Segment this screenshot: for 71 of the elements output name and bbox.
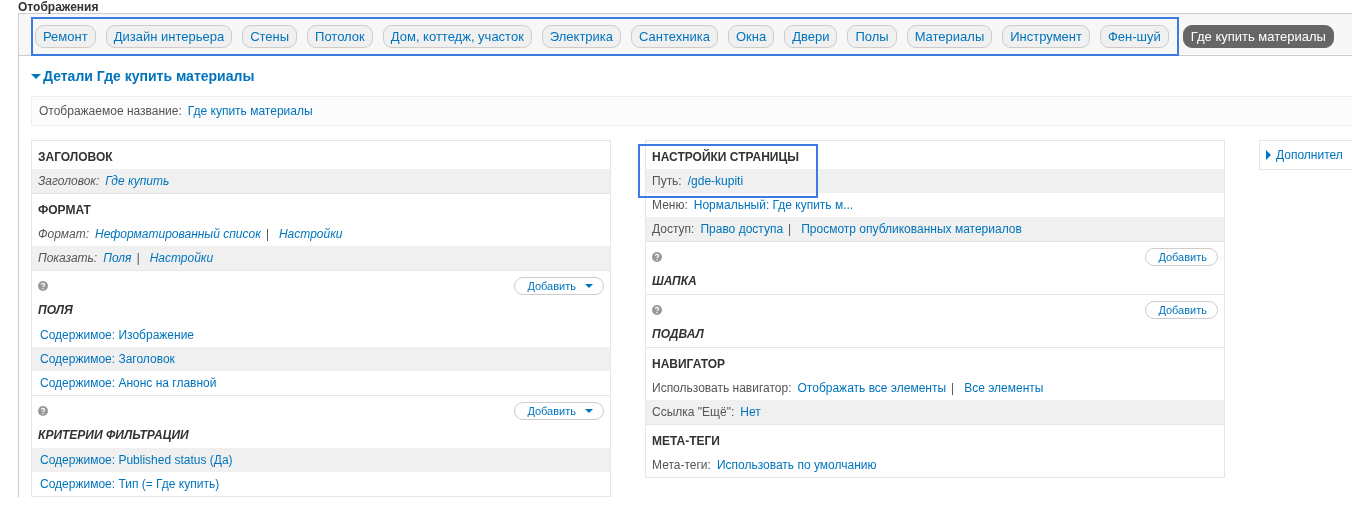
section-title: ФОРМАТ (37, 202, 92, 219)
link[interactable]: Содержимое: Заголовок (40, 352, 175, 366)
tab[interactable]: Ремонт (35, 25, 96, 48)
field-label: Использовать навигатор: (652, 381, 792, 395)
section-title: НАВИГАТОР (651, 356, 727, 373)
add-button[interactable]: Добавить (514, 277, 604, 295)
field-label: Меню: (652, 198, 688, 212)
link[interactable]: Содержимое: Анонс на главной (40, 376, 217, 390)
link[interactable]: Содержимое: Тип (= Где купить) (40, 477, 220, 491)
help-icon[interactable] (652, 305, 662, 315)
link[interactable]: Содержимое: Изображение (40, 328, 194, 342)
tab[interactable]: Дизайн интерьера (105, 25, 233, 48)
link[interactable]: Все элементы (964, 381, 1044, 395)
section-title: ПОЛЯ (37, 302, 74, 319)
separator: | (136, 251, 140, 265)
link[interactable]: /gde-kupiti (687, 174, 744, 188)
help-icon[interactable] (38, 406, 48, 416)
separator: | (265, 227, 269, 241)
tab[interactable]: Полы (847, 25, 897, 48)
link[interactable]: Содержимое: Published status (Да) (40, 453, 233, 467)
tab[interactable]: Дом, коттедж, участок (382, 25, 532, 48)
link[interactable]: Использовать по умолчанию (716, 458, 877, 472)
field-label: Формат: (38, 227, 89, 241)
add-button[interactable]: Добавить (1145, 248, 1218, 266)
field-label: Путь: (652, 174, 682, 188)
link[interactable]: Настройки (278, 227, 343, 241)
page-title: Отображения (18, 1, 99, 14)
tab[interactable]: Электрика (541, 25, 622, 48)
field-label: Отображаемое название: (39, 104, 182, 118)
caret-icon (31, 73, 41, 79)
caret-icon[interactable] (585, 284, 593, 288)
link[interactable]: Где купить (105, 174, 170, 188)
separator: | (788, 222, 792, 236)
tab[interactable]: Потолок (307, 25, 373, 48)
field-label: Показать: (38, 251, 98, 265)
caret-icon[interactable] (585, 409, 593, 413)
tab[interactable]: Где купить материалы (1182, 25, 1334, 48)
help-icon[interactable] (652, 252, 662, 262)
section-title: ПОДВАЛ (651, 326, 705, 343)
separator: | (951, 381, 955, 395)
tab[interactable]: Инструмент (1002, 25, 1090, 48)
link[interactable]: Просмотр опубликованных материалов (801, 222, 1022, 236)
link[interactable]: Поля (103, 251, 132, 265)
tab[interactable]: Материалы (906, 25, 993, 48)
link[interactable]: Где купить материалы (187, 104, 313, 118)
caret-icon (1266, 150, 1271, 160)
section-title: НАСТРОЙКИ СТРАНИЦЫ (651, 148, 800, 166)
section-title: КРИТЕРИИ ФИЛЬТРАЦИИ (37, 427, 190, 444)
field-label: Заголовок: (38, 174, 100, 188)
tab[interactable]: Стены (242, 25, 298, 48)
tab[interactable]: Фен-шуй (1099, 25, 1169, 48)
help-icon[interactable] (38, 281, 48, 291)
link[interactable]: Настройки (149, 251, 214, 265)
link[interactable]: Право доступа (700, 222, 784, 236)
tab[interactable]: Окна (727, 25, 775, 48)
details-toggle[interactable]: Детали Где купить материалы (31, 68, 1352, 84)
tab[interactable]: Двери (784, 25, 838, 48)
section-title: МЕТА-ТЕГИ (651, 433, 721, 450)
field-label: Доступ: (652, 222, 695, 236)
add-button[interactable]: Добавить (514, 402, 604, 420)
field-label: Ссылка "Ещё": (652, 405, 735, 419)
link[interactable]: Отображать все элементы (797, 381, 947, 395)
field-label: Мета-теги: (652, 458, 711, 472)
link[interactable]: Нормальный: Где купить м... (693, 198, 854, 212)
add-button[interactable]: Добавить (1145, 301, 1218, 319)
section-title: ШАПКА (651, 273, 698, 290)
tab[interactable]: Сантехника (631, 25, 718, 48)
advanced-toggle[interactable]: Дополнител (1266, 148, 1352, 162)
link[interactable]: Неформатированный список (95, 227, 261, 241)
link[interactable]: Нет (740, 405, 761, 419)
section-title: ЗАГОЛОВОК (37, 149, 114, 166)
